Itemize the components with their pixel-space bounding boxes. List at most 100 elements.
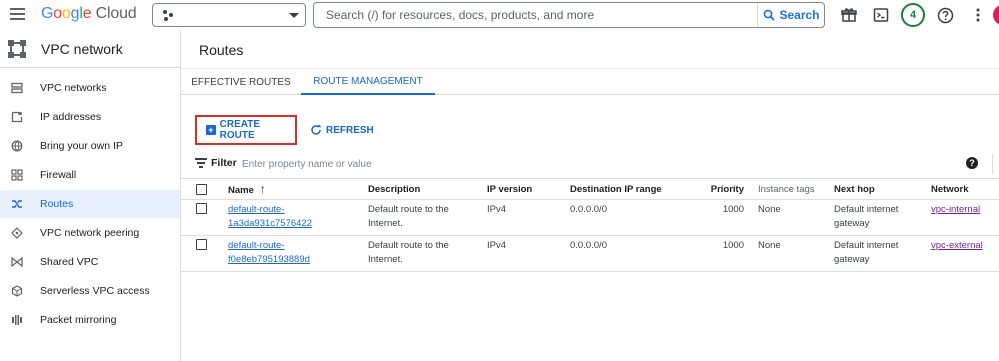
sidebar-header: VPC network (0, 30, 180, 68)
column-header-description[interactable]: Description (368, 178, 487, 200)
ip-addresses-icon (11, 111, 23, 123)
tab-bar: EFFECTIVE ROUTES ROUTE MANAGEMENT (181, 68, 999, 95)
page-title: Routes (199, 42, 244, 58)
route-name-cell: default-route-f0e8eb795193889d (228, 235, 368, 272)
routes-table: Name ↑ Description IP version Destination… (181, 178, 999, 272)
sidebar-title: VPC network (41, 41, 123, 57)
top-bar: Google Cloud Search 4 (0, 0, 999, 30)
sidebar-item-firewall[interactable]: Firewall (0, 161, 180, 189)
sidebar-item-shared-vpc[interactable]: Shared VPC (0, 248, 180, 276)
column-header-next-hop[interactable]: Next hop (834, 178, 931, 200)
row-checkbox[interactable] (196, 203, 207, 214)
route-name-link[interactable]: default-route-f0e8eb795193889d (228, 240, 310, 265)
description-cell: Default route to the Internet. (368, 235, 487, 272)
select-all-checkbox[interactable] (196, 183, 207, 195)
ip-version-cell: IPv4 (487, 199, 570, 236)
column-header-ip-version[interactable]: IP version (487, 178, 570, 200)
column-header-network[interactable]: Network (931, 178, 999, 200)
row-select-cell (181, 199, 228, 236)
sidebar: VPC network VPC networks IP addresses Br… (0, 30, 181, 361)
main-content: Routes EFFECTIVE ROUTES ROUTE MANAGEMENT… (181, 30, 999, 361)
column-header-destination-ip-range[interactable]: Destination IP range (570, 178, 688, 200)
table-row: default-route- 1a3da931c7576422 Default r… (181, 199, 999, 236)
logo-google-text: Google (41, 5, 92, 22)
network-link[interactable]: vpc-internal (931, 204, 980, 215)
more-vert-icon[interactable] (968, 5, 988, 25)
project-selector[interactable] (152, 3, 306, 27)
divider (992, 154, 993, 174)
network-cell: vpc-external (931, 235, 999, 272)
main-menu-icon[interactable] (10, 8, 25, 20)
priority-cell: 1000 (688, 235, 758, 272)
refresh-button[interactable]: REFRESH (310, 121, 374, 139)
google-cloud-logo[interactable]: Google Cloud (41, 5, 137, 23)
peering-icon (11, 227, 23, 239)
network-cell: vpc-internal (931, 199, 999, 236)
terminal-icon[interactable] (871, 5, 891, 25)
search-icon (764, 9, 776, 21)
sidebar-item-label: VPC network peering (40, 227, 140, 239)
destination-range-cell: 0.0.0.0/0 (570, 235, 688, 272)
vpc-networks-icon (11, 82, 23, 94)
shared-vpc-icon (11, 256, 23, 268)
filter-input[interactable] (242, 156, 492, 172)
filter-bar: Filter ? (181, 152, 999, 176)
column-header-priority[interactable]: Priority (688, 178, 758, 200)
instance-tags-cell: None (758, 199, 834, 236)
route-name-cell: default-route- 1a3da931c7576422 (228, 199, 368, 236)
logo-cloud-text: Cloud (95, 5, 137, 22)
byoip-icon (11, 140, 23, 152)
arrow-upward-icon: ↑ (259, 182, 266, 196)
search-input[interactable] (326, 7, 756, 23)
avatar[interactable] (993, 5, 999, 25)
vpc-network-icon (8, 40, 26, 58)
packet-mirroring-icon (11, 314, 23, 326)
network-link[interactable]: vpc-external (931, 240, 983, 251)
routes-icon (11, 198, 23, 210)
table-help-icon[interactable]: ? (966, 157, 978, 169)
sidebar-item-bring-your-own-ip[interactable]: Bring your own IP (0, 132, 180, 160)
row-select-cell (181, 235, 228, 272)
sidebar-item-label: VPC networks (40, 82, 107, 94)
search-bar: Search (313, 2, 825, 28)
add-box-icon: + (206, 125, 216, 135)
sidebar-item-label: Bring your own IP (40, 140, 123, 152)
create-route-label: CREATE ROUTE (219, 119, 261, 141)
route-name-link[interactable]: default-route- 1a3da931c7576422 (228, 204, 312, 229)
column-header-name[interactable]: Name ↑ (228, 178, 368, 200)
filter-icon (195, 158, 207, 168)
sidebar-item-vpc-network-peering[interactable]: VPC network peering (0, 219, 180, 247)
next-hop-cell: Default internet gateway (834, 199, 931, 236)
sidebar-item-label: Packet mirroring (40, 314, 117, 326)
destination-range-cell: 0.0.0.0/0 (570, 199, 688, 236)
create-route-button[interactable]: + CREATE ROUTE (195, 115, 297, 145)
serverless-icon (11, 285, 23, 297)
sidebar-item-label: Serverless VPC access (40, 285, 150, 297)
column-header-instance-tags[interactable]: Instance tags (758, 178, 834, 200)
help-icon[interactable] (935, 5, 955, 25)
description-cell: Default route to the Internet. (368, 199, 487, 236)
next-hop-cell: Default internet gateway (834, 235, 931, 272)
sidebar-item-routes[interactable]: Routes (0, 190, 180, 218)
sidebar-item-vpc-networks[interactable]: VPC networks (0, 74, 180, 102)
instance-tags-cell: None (758, 235, 834, 272)
table-header-row: Name ↑ Description IP version Destination… (181, 178, 999, 200)
notifications-badge[interactable]: 4 (901, 3, 925, 27)
firewall-icon (11, 169, 23, 181)
chevron-down-icon (289, 13, 299, 18)
sidebar-item-serverless-vpc-access[interactable]: Serverless VPC access (0, 277, 180, 305)
project-icon (163, 10, 175, 22)
refresh-label: REFRESH (326, 124, 374, 136)
table-row: default-route-f0e8eb795193889d Default r… (181, 235, 999, 272)
sidebar-item-label: IP addresses (40, 111, 102, 123)
gift-icon[interactable] (839, 5, 859, 25)
tab-effective-routes[interactable]: EFFECTIVE ROUTES (181, 69, 301, 95)
select-all-cell (181, 178, 228, 200)
row-checkbox[interactable] (196, 239, 207, 250)
refresh-icon (311, 125, 321, 135)
sidebar-item-ip-addresses[interactable]: IP addresses (0, 103, 180, 131)
sidebar-item-packet-mirroring[interactable]: Packet mirroring (0, 306, 180, 334)
filter-label: Filter (211, 157, 237, 169)
search-button[interactable]: Search (757, 3, 825, 27)
tab-route-management[interactable]: ROUTE MANAGEMENT (301, 69, 435, 95)
